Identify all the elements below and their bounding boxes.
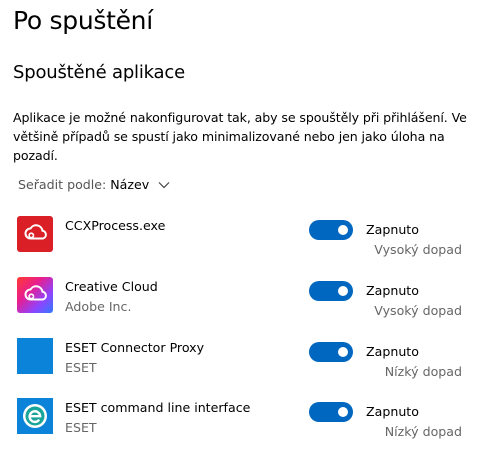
toggle-knob (338, 407, 348, 417)
startup-impact: Vysoký dopad (374, 242, 462, 257)
app-publisher: ESET (65, 420, 97, 435)
app-name: CCXProcess.exe (65, 218, 166, 233)
toggle-knob (338, 225, 348, 235)
startup-impact: Vysoký dopad (374, 303, 462, 318)
eset-e-icon (17, 398, 53, 434)
startup-app-row: ESET Connector Proxy ESET Zapnuto Nízký … (13, 338, 473, 398)
toggle-state-label: Zapnuto (366, 344, 419, 359)
section-description: Aplikace je možné nakonfigurovat tak, ab… (13, 110, 467, 163)
adobe-cc-red-icon (17, 216, 53, 252)
app-name: ESET command line interface (65, 400, 251, 415)
sort-dropdown[interactable]: Seřadit podle: Název (18, 177, 170, 192)
page-title: Po spuštění (13, 6, 153, 35)
chevron-down-icon (158, 181, 170, 188)
app-publisher: Adobe Inc. (65, 299, 132, 314)
sort-label: Seřadit podle: (18, 177, 107, 192)
app-toggle-switch[interactable] (309, 220, 353, 240)
toggle-state-label: Zapnuto (366, 222, 419, 237)
app-toggle-switch[interactable] (309, 342, 353, 362)
app-toggle-switch[interactable] (309, 281, 353, 301)
app-name: ESET Connector Proxy (65, 340, 205, 355)
toggle-state-label: Zapnuto (366, 404, 419, 419)
eset-blank-icon (17, 338, 53, 374)
toggle-knob (338, 286, 348, 296)
startup-app-row: ESET command line interface ESET Zapnuto… (13, 398, 473, 458)
startup-impact: Nízký dopad (384, 364, 462, 379)
toggle-state-label: Zapnuto (366, 283, 419, 298)
app-name: Creative Cloud (65, 279, 158, 294)
toggle-knob (338, 347, 348, 357)
startup-app-row: CCXProcess.exe Zapnuto Vysoký dopad (13, 216, 473, 276)
app-toggle-switch[interactable] (309, 402, 353, 422)
section-title: Spouštěné aplikace (13, 62, 185, 83)
app-publisher: ESET (65, 360, 97, 375)
startup-impact: Nízký dopad (384, 424, 462, 439)
creative-cloud-icon (17, 277, 53, 313)
sort-value: Název (110, 177, 150, 192)
startup-app-row: Creative Cloud Adobe Inc. Zapnuto Vysoký… (13, 277, 473, 337)
